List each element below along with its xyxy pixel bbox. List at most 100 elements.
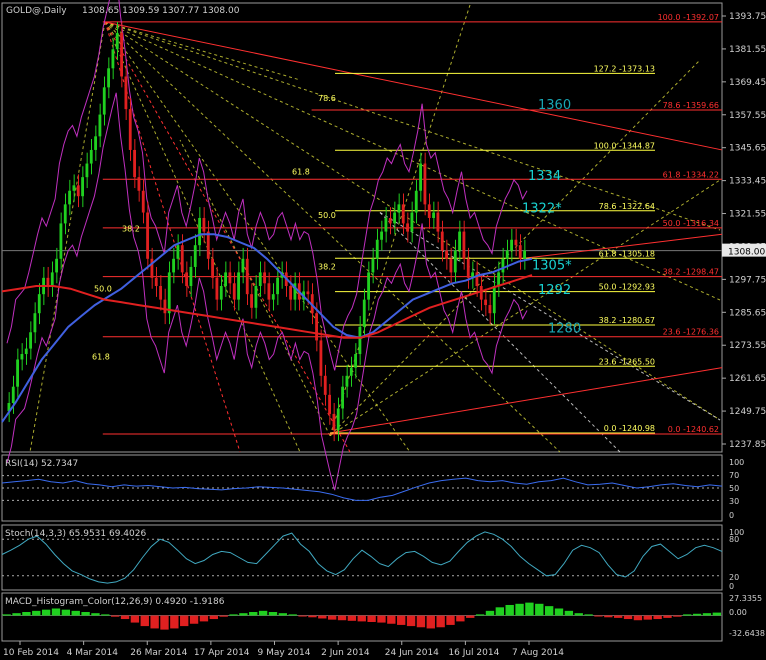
- candle-body: [458, 231, 461, 251]
- macd-histogram-bar: [209, 615, 218, 620]
- stoch-label: Stoch(14,3,3) 65.9531 69.4026: [5, 529, 146, 539]
- macd-histogram-bar: [308, 615, 317, 618]
- price-tick-label: 1297.75: [729, 275, 766, 285]
- candle-body: [72, 185, 76, 191]
- macd-histogram-bar: [554, 608, 564, 616]
- candle-body: [59, 223, 63, 259]
- macd-histogram-bar: [397, 615, 406, 625]
- macd-histogram-bar: [160, 615, 169, 630]
- date-tick-label: 4 Mar 2014: [67, 648, 119, 658]
- macd-histogram-bar: [318, 615, 327, 619]
- candle-body: [37, 294, 41, 314]
- macd-histogram-bar: [101, 614, 110, 616]
- candle-body: [250, 294, 253, 308]
- price-tick-label: 1261.65: [729, 374, 766, 384]
- current-price-label: 1308.00: [728, 248, 765, 258]
- macd-histogram-bar: [475, 614, 485, 616]
- candle-body: [401, 204, 405, 224]
- fib-mid-label: 61.8 -1305.18: [599, 249, 655, 258]
- fan-line: [104, 21, 721, 231]
- candle-body: [462, 231, 466, 259]
- candle-body: [419, 163, 422, 191]
- macd-histogram-bar: [495, 607, 505, 616]
- candle-body: [479, 286, 483, 300]
- candle-body: [523, 250, 526, 259]
- macd-histogram-bar: [249, 612, 258, 616]
- candle-body: [375, 239, 379, 259]
- macd-histogram-bar: [71, 610, 80, 616]
- candle-body: [267, 283, 271, 300]
- rsi-tick-label: 0: [729, 511, 734, 520]
- candle-body: [120, 32, 123, 77]
- macd-histogram-bar: [505, 604, 514, 616]
- macd-histogram-bar: [258, 610, 268, 616]
- candle-body: [163, 299, 167, 314]
- stoch-tick-label: 0: [729, 582, 734, 591]
- price-tick-label: 1393.75: [729, 12, 766, 22]
- fan-line: [104, 21, 411, 453]
- candle-body: [367, 272, 370, 300]
- macd-histogram-bar: [426, 615, 435, 629]
- macd-histogram-bar: [643, 615, 652, 620]
- candle-body: [414, 190, 418, 213]
- candle-body: [271, 294, 275, 300]
- fan-line: [104, 21, 561, 453]
- candle-body: [198, 217, 201, 246]
- candle-body: [167, 272, 171, 314]
- date-tick-label: 16 Jul 2014: [448, 648, 499, 658]
- fib-mid-label: 100.0 -1344.87: [594, 141, 655, 150]
- candle-body: [237, 272, 240, 300]
- macd-histogram-bar: [653, 615, 662, 620]
- candle-body: [263, 272, 266, 284]
- candle-body: [423, 163, 427, 205]
- candle-body: [388, 217, 392, 224]
- ma-blue-line: [1, 233, 533, 423]
- macd-histogram-bar: [298, 615, 307, 617]
- date-tick-label: 10 Feb 2014: [3, 648, 59, 658]
- candle-body: [475, 272, 479, 287]
- macd-histogram-bar: [535, 603, 544, 616]
- macd-histogram-bar: [663, 615, 672, 618]
- stoch-tick-label: 20: [729, 573, 739, 582]
- candle-body: [24, 348, 28, 355]
- macd-histogram-bar: [199, 615, 209, 622]
- macd-histogram-bar: [81, 612, 90, 616]
- candle-body: [354, 354, 357, 368]
- candle-body: [427, 204, 431, 218]
- fib-mid-label: 127.2 -1373.13: [594, 64, 655, 73]
- macd-histogram-bar: [180, 615, 189, 627]
- macd-histogram-bar: [130, 615, 140, 623]
- fan-line: [104, 21, 301, 81]
- candle-body: [358, 326, 362, 355]
- macd-histogram-bar: [604, 615, 613, 618]
- candle-body: [76, 185, 80, 197]
- fan-line: [329, 59, 701, 437]
- candle-body: [258, 272, 262, 287]
- fib-level-label: 100.0 -1392.07: [658, 13, 719, 22]
- candle-body: [172, 258, 175, 273]
- candle-body: [276, 277, 279, 295]
- fan-label: 38.2: [318, 263, 336, 272]
- macd-histogram-bar: [515, 603, 524, 616]
- date-tick-label: 24 Jun 2014: [385, 648, 439, 658]
- date-tick-label: 9 May 2014: [258, 648, 311, 658]
- macd-histogram-bar: [22, 612, 31, 616]
- candle-body: [254, 286, 258, 308]
- price-tick-label: 1333.45: [729, 177, 766, 187]
- resistance-trendline: [104, 21, 723, 151]
- macd-histogram-bar: [673, 615, 682, 617]
- candle-body: [518, 245, 522, 259]
- candle-body: [189, 266, 193, 287]
- macd-histogram-bar: [544, 606, 554, 616]
- candle-body: [33, 313, 37, 333]
- macd-histogram-bar: [633, 615, 643, 621]
- macd-histogram-bar: [150, 615, 159, 629]
- candle-body: [89, 149, 93, 164]
- fan-label: 38.2: [122, 225, 140, 234]
- macd-histogram-bar: [229, 614, 238, 616]
- fib-level-label: 61.8 -1334.22: [663, 170, 719, 179]
- macd-tick-label: 0.00: [729, 608, 747, 617]
- fan-label: 50.0: [318, 211, 336, 220]
- macd-histogram-bar: [712, 612, 721, 616]
- rsi-tick-label: 100: [729, 458, 744, 467]
